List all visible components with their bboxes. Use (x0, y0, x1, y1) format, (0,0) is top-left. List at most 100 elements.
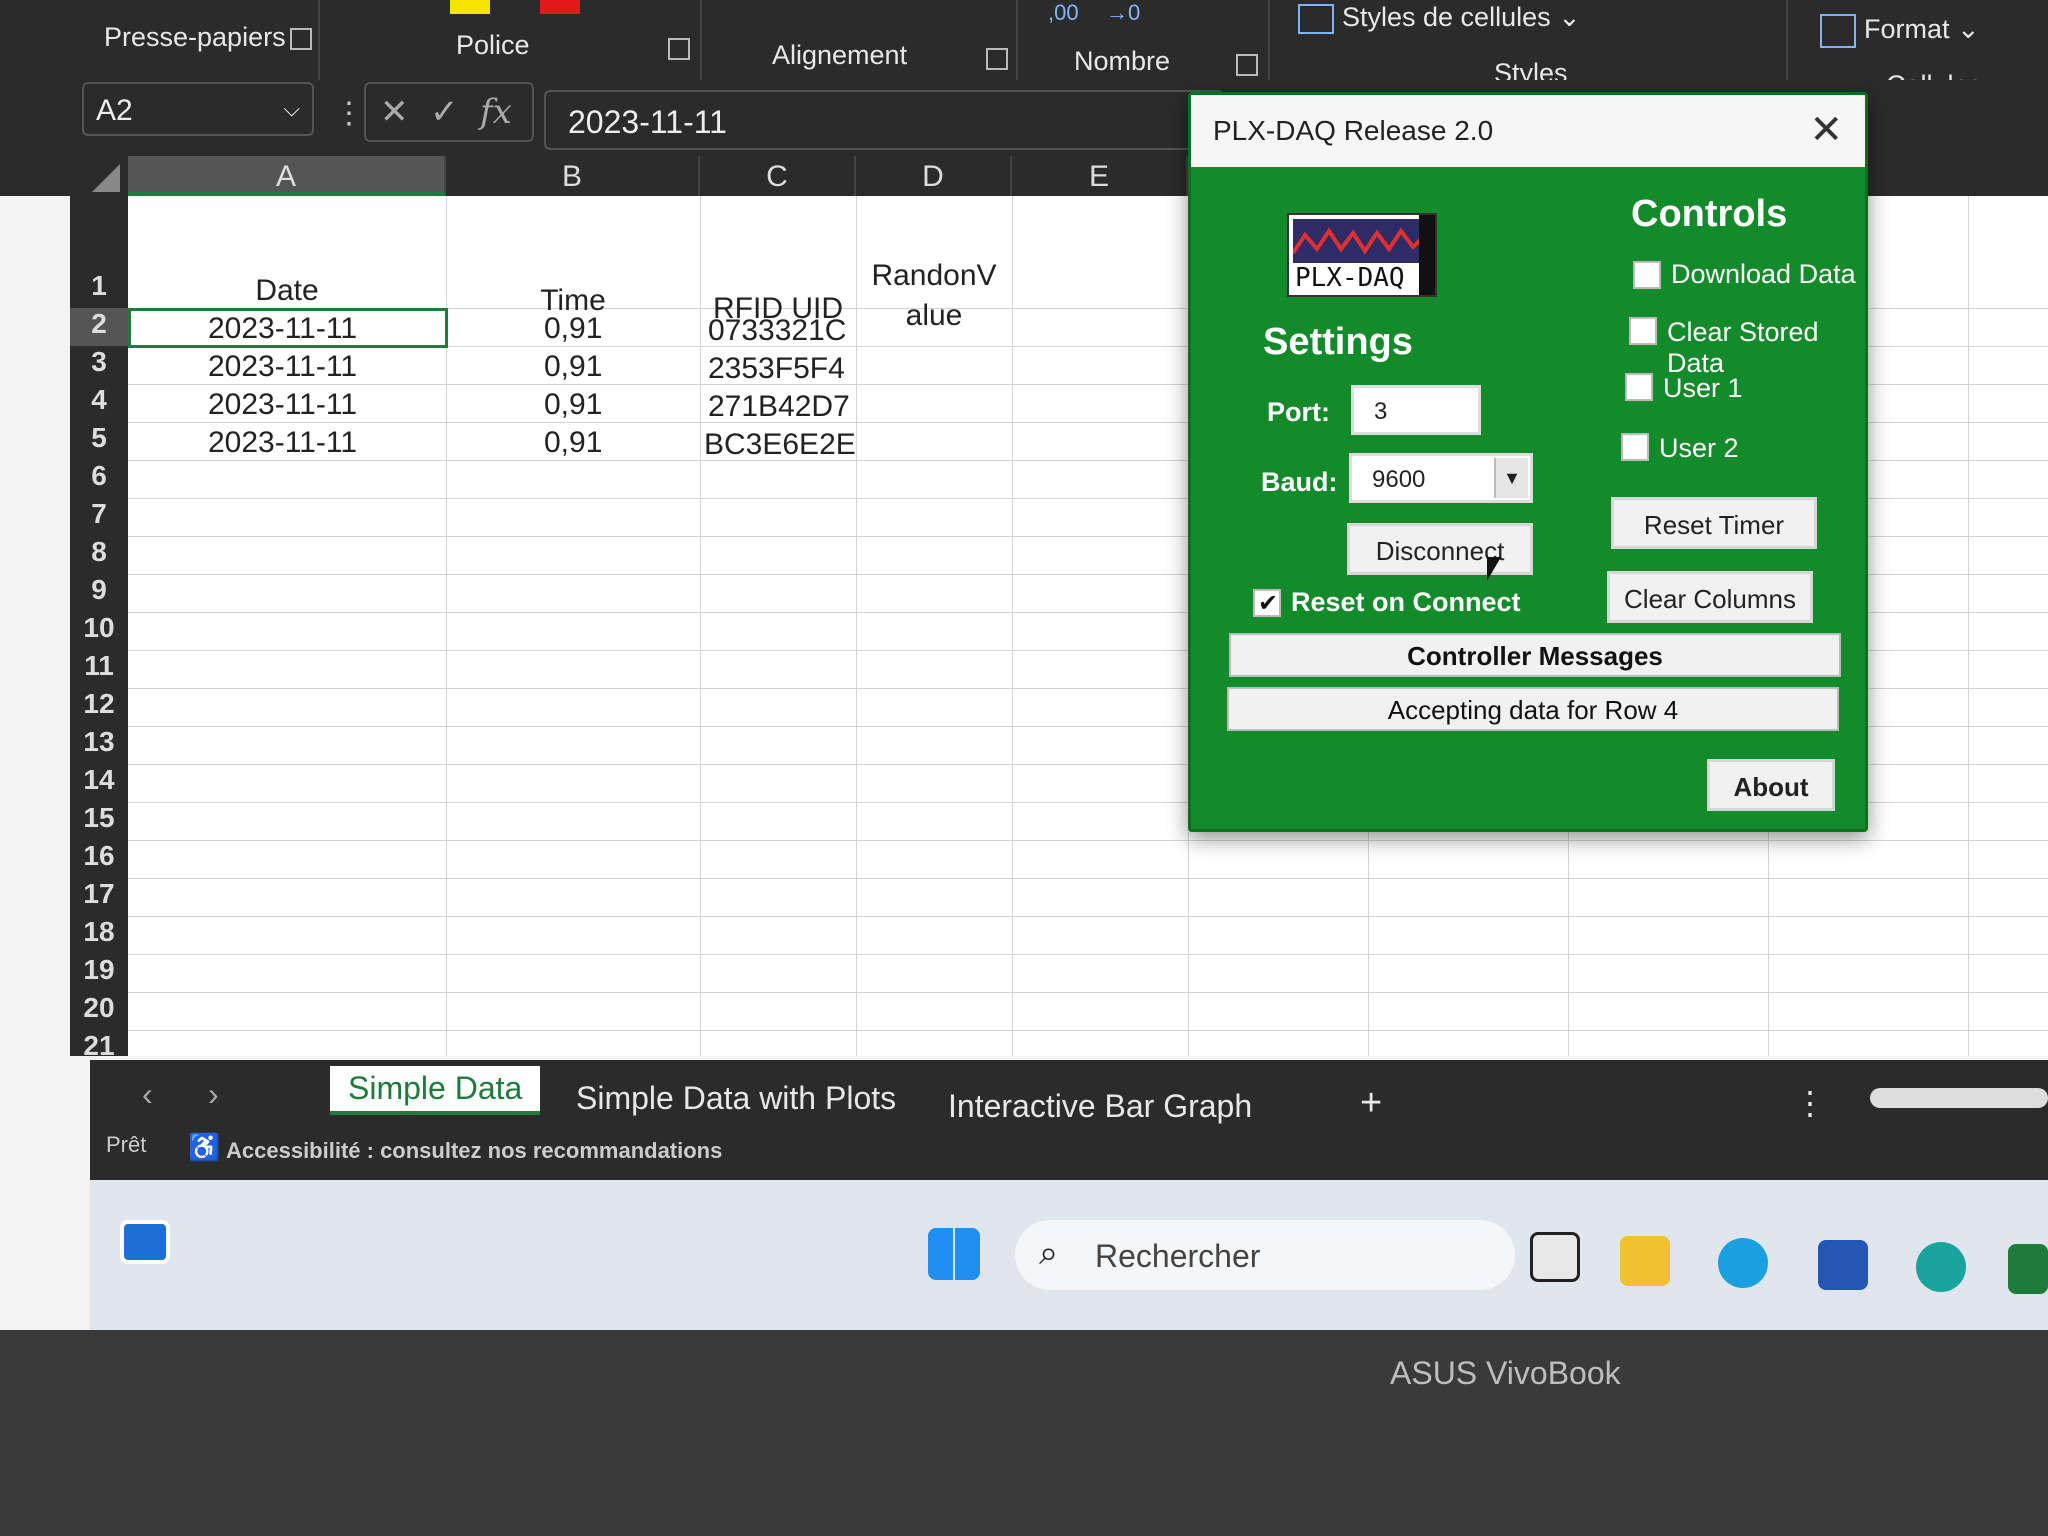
clear-stored-data-label: Clear Stored Data (1667, 317, 1819, 378)
clear-columns-button[interactable]: Clear Columns (1607, 571, 1813, 623)
row-header[interactable]: 18 (70, 916, 128, 954)
chevron-down-icon[interactable]: ⌵ (283, 96, 300, 122)
column-header-a[interactable]: A (128, 156, 446, 196)
status-bar: Prêt ♿ Accessibilité : consultez nos rec… (90, 1132, 2048, 1180)
alignment-launcher-icon[interactable] (986, 48, 1008, 70)
cell-b3[interactable]: 0,91 (544, 350, 602, 384)
cell-c5[interactable]: BC3E6E2E (704, 428, 856, 462)
cell-a1[interactable]: Date (128, 274, 446, 308)
row-header[interactable]: 13 (70, 726, 128, 764)
clear-stored-data-checkbox[interactable] (1629, 317, 1657, 345)
format-button[interactable]: Format ⌄ (1820, 14, 1980, 48)
user1-label: User 1 (1663, 373, 1743, 403)
plx-daq-logo: PLX-DAQ (1287, 213, 1437, 297)
row-header[interactable]: 15 (70, 802, 128, 840)
cell-b2[interactable]: 0,91 (544, 312, 602, 346)
reset-timer-button[interactable]: Reset Timer (1611, 497, 1817, 549)
cell-d1[interactable]: RandonV alue (856, 256, 1012, 336)
cancel-icon[interactable]: ✕ (380, 92, 409, 132)
cell-b4[interactable]: 0,91 (544, 388, 602, 422)
tab-interactive-bar-graph[interactable]: Interactive Bar Graph (948, 1088, 1252, 1125)
user2-checkbox[interactable] (1621, 433, 1649, 461)
more-options-icon[interactable]: ⋮ (334, 96, 364, 131)
cell-a3[interactable]: 2023-11-11 (208, 350, 357, 384)
baud-label: Baud: (1261, 467, 1338, 497)
tab-simple-data-with-plots[interactable]: Simple Data with Plots (576, 1080, 896, 1117)
row-header[interactable]: 5 (70, 422, 128, 460)
row-header[interactable]: 14 (70, 764, 128, 802)
windows-start-icon[interactable] (928, 1228, 980, 1280)
cell-b5[interactable]: 0,91 (544, 426, 602, 460)
scroll-tabs-right-icon[interactable]: › (208, 1076, 219, 1113)
sheet-tabs: ‹ › Simple Data Simple Data with Plots I… (90, 1060, 2048, 1132)
row-header[interactable]: 20 (70, 992, 128, 1030)
microsoft-store-icon[interactable] (1818, 1240, 1868, 1290)
widgets-icon[interactable] (120, 1220, 170, 1264)
row-header[interactable]: 7 (70, 498, 128, 536)
tab-simple-data[interactable]: Simple Data (330, 1066, 541, 1115)
cell-c2[interactable]: 0733321C (708, 314, 846, 348)
row-header[interactable]: 19 (70, 954, 128, 992)
user1-checkbox[interactable] (1625, 373, 1653, 401)
edge-browser-icon[interactable] (1718, 1238, 1768, 1288)
row-header[interactable]: 3 (70, 346, 128, 384)
cell-c4[interactable]: 271B42D7 (708, 390, 850, 424)
cell-styles-button[interactable]: Styles de cellules ⌄ (1298, 2, 1581, 34)
name-box[interactable]: A2 ⌵ (82, 82, 314, 136)
clipboard-launcher-icon[interactable] (290, 28, 312, 50)
baud-select[interactable]: 9600 ▼ (1349, 453, 1533, 503)
accessibility-status[interactable]: Accessibilité : consultez nos recommanda… (226, 1138, 722, 1164)
chevron-down-icon[interactable]: ▼ (1494, 458, 1528, 498)
grid-line (128, 878, 2048, 879)
column-header-e[interactable]: E (1012, 156, 1188, 196)
task-view-icon[interactable] (1530, 1232, 1580, 1282)
row-header[interactable]: 2 (70, 308, 128, 346)
insert-function-icon[interactable]: fx (480, 92, 512, 132)
column-header-c[interactable]: C (700, 156, 856, 196)
number-launcher-icon[interactable] (1236, 54, 1258, 76)
row-header[interactable]: 16 (70, 840, 128, 878)
cell-c3[interactable]: 2353F5F4 (708, 352, 845, 386)
highlight-color-swatch[interactable] (450, 0, 490, 14)
decrease-decimal-icon[interactable]: →0 (1106, 0, 1140, 26)
taskbar-search[interactable]: ⌕ Rechercher (1015, 1220, 1515, 1290)
scroll-tabs-left-icon[interactable]: ‹ (142, 1076, 153, 1113)
reset-on-connect-checkbox[interactable] (1253, 589, 1281, 618)
row-header[interactable]: 12 (70, 688, 128, 726)
close-icon[interactable]: ✕ (1809, 107, 1843, 153)
row-header[interactable]: 9 (70, 574, 128, 612)
grid-line (128, 916, 2048, 917)
file-explorer-icon[interactable] (1620, 1236, 1670, 1286)
cell-a4[interactable]: 2023-11-11 (208, 388, 357, 422)
select-all-icon[interactable] (92, 164, 120, 192)
row-header[interactable]: 6 (70, 460, 128, 498)
column-header-d[interactable]: D (856, 156, 1012, 196)
horizontal-scrollbar[interactable] (1870, 1088, 2048, 1108)
excel-icon[interactable] (2008, 1244, 2048, 1294)
port-input[interactable]: 3 (1351, 385, 1481, 435)
row-header[interactable]: 10 (70, 612, 128, 650)
arduino-icon[interactable] (1916, 1242, 1966, 1292)
download-data-checkbox[interactable] (1633, 261, 1661, 289)
confirm-icon[interactable]: ✓ (430, 92, 459, 132)
add-sheet-button[interactable]: + (1360, 1082, 1382, 1125)
row-header[interactable]: 1 (70, 270, 128, 308)
font-color-swatch[interactable] (540, 0, 580, 14)
logo-side-strip (1419, 215, 1435, 295)
download-data-label: Download Data (1671, 259, 1856, 289)
column-header-b[interactable]: B (446, 156, 700, 196)
row-header[interactable]: 11 (70, 650, 128, 688)
more-options-icon[interactable]: ⋮ (1794, 1084, 1826, 1122)
cell-a5[interactable]: 2023-11-11 (208, 426, 357, 460)
ribbon: Presse-papiers Police Alignement ,00 →0 … (0, 0, 2048, 100)
font-launcher-icon[interactable] (668, 38, 690, 60)
row-header[interactable]: 8 (70, 536, 128, 574)
formula-input[interactable]: 2023-11-11 (544, 90, 1224, 150)
cell-d1-line2: alue (905, 299, 963, 332)
row-header[interactable]: 17 (70, 878, 128, 916)
disconnect-button[interactable]: Disconnect (1347, 523, 1533, 575)
row-header[interactable]: 4 (70, 384, 128, 422)
increase-decimal-icon[interactable]: ,00 (1048, 0, 1079, 26)
status-ready: Prêt (106, 1132, 147, 1157)
about-button[interactable]: About (1707, 759, 1835, 811)
